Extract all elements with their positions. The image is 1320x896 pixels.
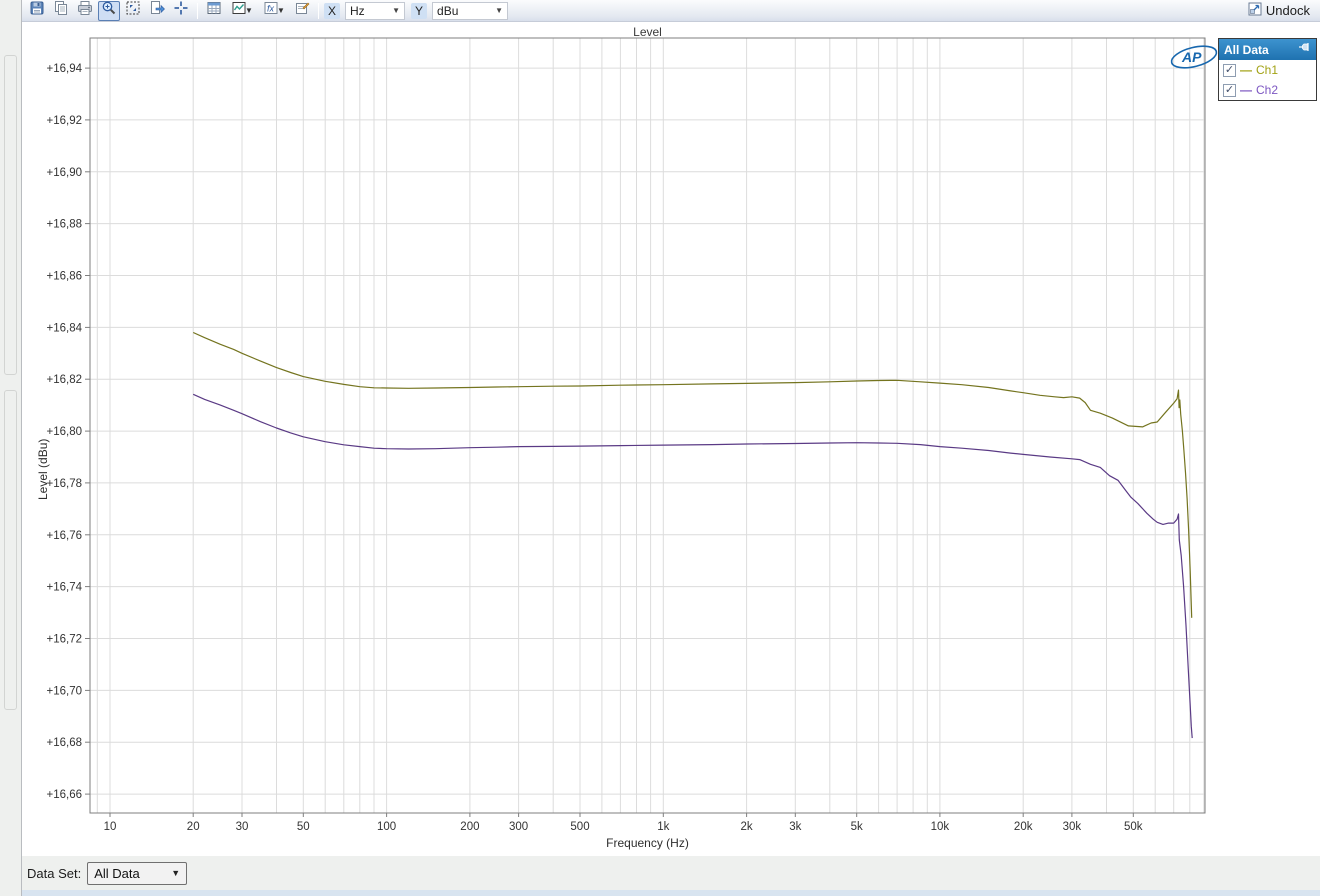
svg-text:+16,84: +16,84 (47, 322, 83, 334)
svg-text:10: 10 (104, 821, 117, 833)
x-axis-tag: X (324, 2, 341, 19)
ch1-checkbox[interactable]: ✓ (1223, 63, 1236, 77)
legend-item-ch1: ✓ — Ch1 (1219, 60, 1316, 80)
svg-text:+16,80: +16,80 (47, 426, 83, 438)
collapsed-panel-tab-1[interactable] (4, 55, 17, 375)
properties-icon (294, 0, 310, 21)
print-icon (77, 0, 93, 21)
ch2-line-swatch: — (1240, 83, 1252, 97)
dataset-label: Data Set: (27, 865, 82, 881)
graph-toolbar: ▼ fx ▼ X Hz ▼ Y dBu ▼ Undock (22, 0, 1320, 22)
legend-header[interactable]: All Data (1219, 39, 1316, 60)
svg-text:+16,70: +16,70 (47, 685, 83, 697)
chevron-down-icon: ▼ (495, 6, 504, 15)
svg-text:5k: 5k (851, 821, 863, 833)
dataset-combo[interactable]: All Data ▼ (87, 861, 188, 885)
svg-text:3k: 3k (789, 821, 801, 833)
crosshair-icon (173, 0, 189, 21)
svg-text:AP: AP (1181, 49, 1202, 65)
ch1-line-swatch: — (1240, 63, 1252, 77)
pin-icon[interactable] (1298, 42, 1311, 57)
print-button[interactable] (74, 1, 96, 21)
collapsed-panel-tab-2[interactable] (4, 390, 17, 710)
ch1-label: Ch1 (1256, 63, 1279, 77)
chevron-down-icon: ▼ (277, 6, 285, 15)
save-icon (29, 0, 45, 21)
toolbar-separator (318, 2, 319, 19)
copy-button[interactable] (50, 1, 72, 21)
x-units-combo[interactable]: Hz ▼ (345, 1, 406, 20)
svg-text:100: 100 (377, 821, 396, 833)
y-axis-title: Level (dBu) (36, 438, 50, 500)
svg-text:+16,66: +16,66 (47, 789, 83, 801)
svg-text:50k: 50k (1124, 821, 1143, 833)
svg-text:+16,82: +16,82 (47, 374, 83, 386)
svg-text:1k: 1k (657, 821, 669, 833)
table-icon (206, 0, 222, 21)
svg-text:+16,92: +16,92 (47, 115, 83, 127)
graph-panel: Level +16,94 +16,92 +16,90 +16,88 +16,86 +16,… (22, 22, 1320, 856)
ch2-label: Ch2 (1256, 83, 1279, 97)
svg-text:+16,74: +16,74 (47, 582, 83, 594)
export-graph-button[interactable] (146, 1, 168, 21)
x-units-value: Hz (350, 3, 365, 18)
export-icon (149, 0, 165, 21)
function-button[interactable]: fx ▼ (259, 1, 289, 21)
undock-button[interactable]: Undock (1242, 1, 1316, 20)
undock-icon (1248, 2, 1262, 19)
x-axis-title: Frequency (Hz) (606, 836, 689, 850)
fit-to-window-icon (125, 0, 141, 21)
svg-text:20: 20 (187, 821, 200, 833)
dataset-value: All Data (94, 865, 140, 881)
svg-text:2k: 2k (741, 821, 753, 833)
svg-text:+16,90: +16,90 (47, 167, 83, 179)
svg-text:200: 200 (460, 821, 479, 833)
legend-title: All Data (1224, 42, 1269, 57)
svg-text:+16,76: +16,76 (47, 530, 83, 542)
graph-type-button[interactable]: ▼ (227, 1, 257, 21)
svg-text:20k: 20k (1014, 821, 1033, 833)
svg-text:30: 30 (236, 821, 249, 833)
cursor-crosshair-button[interactable] (170, 1, 192, 21)
svg-text:30k: 30k (1063, 821, 1082, 833)
legend-item-ch2: ✓ — Ch2 (1219, 80, 1316, 100)
svg-text:500: 500 (570, 821, 589, 833)
series-ch1 (192, 331, 1193, 618)
left-panel-strip (0, 0, 22, 896)
bottom-strip (22, 890, 1320, 896)
svg-text:300: 300 (509, 821, 528, 833)
svg-text:fx: fx (267, 4, 275, 14)
legend-panel: All Data ✓ — Ch1 ✓ — Ch2 (1218, 38, 1317, 101)
dataset-bar: Data Set: All Data ▼ (22, 856, 1320, 890)
toolbar-separator (197, 2, 198, 19)
data-grid-button[interactable] (203, 1, 225, 21)
svg-text:10k: 10k (931, 821, 950, 833)
svg-text:+16,88: +16,88 (47, 219, 83, 231)
svg-text:+16,78: +16,78 (47, 478, 83, 490)
series-ch2 (192, 393, 1193, 739)
y-axis-tag: Y (411, 2, 428, 19)
svg-text:50: 50 (297, 821, 310, 833)
zoom-fit-button[interactable] (122, 1, 144, 21)
undock-label: Undock (1265, 3, 1310, 18)
ap-logo: AP (1168, 44, 1220, 75)
svg-text:+16,94: +16,94 (47, 63, 83, 75)
zoom-icon (101, 0, 117, 21)
chevron-down-icon: ▼ (245, 6, 253, 15)
chevron-down-icon: ▼ (392, 6, 401, 15)
ch2-checkbox[interactable]: ✓ (1223, 83, 1236, 97)
plot-area[interactable]: +16,94 +16,92 +16,90 +16,88 +16,86 +16,84 +16,… (22, 22, 1320, 856)
save-button[interactable] (26, 1, 48, 21)
chevron-down-icon: ▼ (171, 868, 181, 878)
svg-text:+16,72: +16,72 (47, 634, 83, 646)
copy-icon (53, 0, 69, 21)
y-units-value: dBu (437, 3, 459, 18)
svg-text:+16,68: +16,68 (47, 737, 83, 749)
zoom-tool-button[interactable] (98, 0, 120, 21)
svg-text:+16,86: +16,86 (47, 271, 83, 283)
graph-properties-button[interactable] (291, 1, 313, 21)
y-units-combo[interactable]: dBu ▼ (432, 1, 509, 20)
